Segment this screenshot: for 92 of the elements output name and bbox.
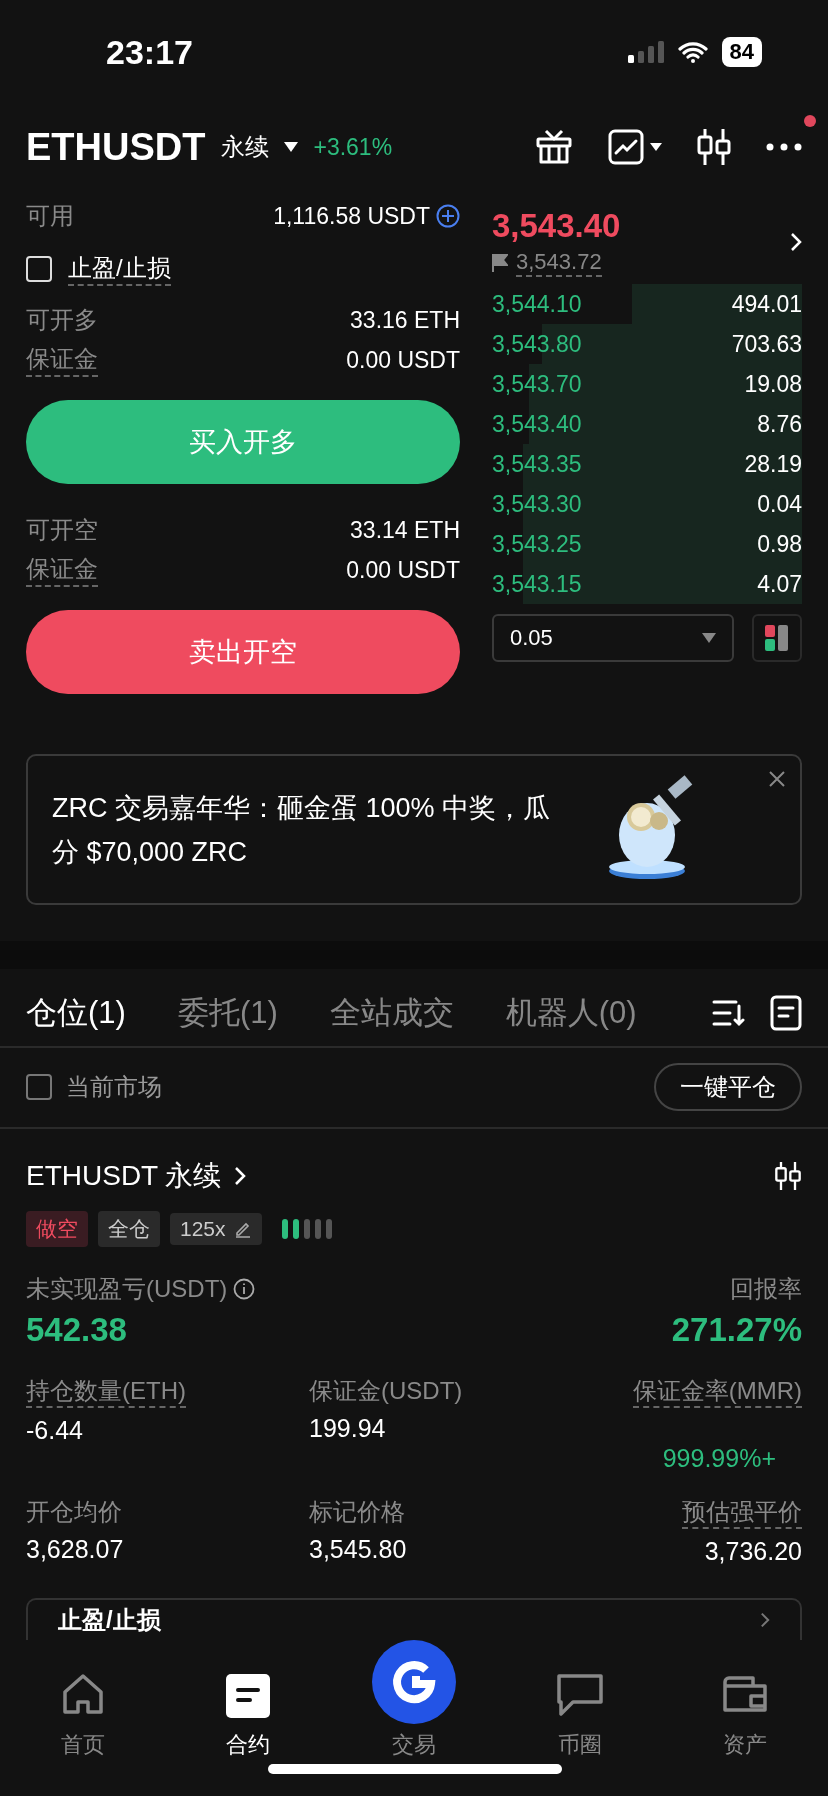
field-value: 199.94 [309, 1412, 386, 1444]
side-tag: 做空 [26, 1210, 88, 1247]
max-open-label: 可开多 [26, 305, 98, 336]
max-open-label: 可开空 [26, 515, 98, 546]
available-balance: 1,116.58 USDT [273, 202, 430, 230]
field-value: -6.44 [26, 1414, 83, 1446]
chat-icon [554, 1672, 605, 1718]
bid-price[interactable]: 3,543.40 [492, 410, 582, 438]
bid-price[interactable]: 3,543.35 [492, 450, 582, 478]
precision-select[interactable]: 0.05 [492, 614, 734, 663]
caret-icon[interactable] [650, 143, 662, 152]
field-label: 保证金率(MMR) [632, 1374, 802, 1408]
flag-icon [492, 254, 508, 273]
tab[interactable]: 全站成交 [329, 991, 454, 1034]
book-layout-button[interactable] [752, 614, 802, 663]
tab[interactable]: 委托(1) [177, 991, 278, 1034]
layout-icon [763, 623, 791, 654]
leverage-button[interactable]: 125x [170, 1212, 262, 1245]
pnl-value: 542.38 [26, 1310, 128, 1349]
promo-text[interactable]: ZRC 交易嘉年华：砸金蛋 100% 中奖，瓜分 $70,000 ZRC [52, 785, 557, 874]
margin-value: 0.00 USDT [346, 346, 460, 374]
price-change: +3.61% [313, 133, 393, 161]
candlestick-icon[interactable] [696, 127, 732, 168]
market-symbol[interactable]: ETHUSDT [26, 125, 206, 169]
bid-amount: 28.19 [744, 450, 802, 478]
add-icon[interactable] [436, 204, 460, 229]
field-value: 3,628.07 [26, 1534, 124, 1566]
margin-label: 保证金 [26, 343, 98, 378]
bid-amount: 0.98 [757, 530, 802, 558]
signal-icon [627, 41, 664, 64]
chart-icon[interactable] [608, 129, 644, 166]
margin-mode-tag: 全仓 [98, 1210, 160, 1247]
bid-amount: 8.76 [757, 410, 802, 438]
chevron-right-icon[interactable] [790, 232, 802, 253]
tab[interactable]: 仓位(1) [26, 991, 126, 1034]
close-icon[interactable] [768, 770, 786, 789]
bid-price[interactable]: 3,543.70 [492, 370, 582, 398]
document-icon [226, 1672, 271, 1718]
nav-item[interactable]: 首页 [22, 1672, 143, 1760]
current-market-label[interactable]: 当前市场 [66, 1071, 162, 1104]
bid-price[interactable]: 3,543.30 [492, 490, 582, 518]
field-value: 3,736.20 [704, 1536, 802, 1568]
mark-price: 3,543.72 [516, 249, 602, 278]
wifi-icon [677, 41, 708, 64]
field-label: 开仓均价 [26, 1497, 122, 1528]
nav-item[interactable]: 合约 [188, 1672, 309, 1760]
available-label: 可用 [26, 201, 74, 232]
caret-icon [702, 633, 716, 644]
close-all-button[interactable]: 一键平仓 [654, 1063, 802, 1112]
bid-price[interactable]: 3,543.25 [492, 530, 582, 558]
nav-item[interactable]: 币圈 [519, 1672, 640, 1760]
bid-price[interactable]: 3,543.80 [492, 330, 582, 358]
trade-icon [372, 1640, 456, 1724]
contract-type[interactable]: 永续 [221, 131, 270, 164]
candlestick-icon[interactable] [774, 1159, 802, 1192]
sell-short-button[interactable]: 卖出开空 [26, 610, 460, 695]
field-label: 持仓数量(ETH) [26, 1374, 186, 1408]
field-value: 3,545.80 [309, 1534, 407, 1566]
bid-amount: 703.63 [731, 330, 802, 358]
nav-item[interactable]: 交易 [354, 1640, 474, 1760]
bid-price[interactable]: 3,543.15 [492, 570, 582, 598]
more-icon[interactable] [766, 143, 802, 152]
dropdown-icon[interactable] [283, 141, 300, 154]
tpsl-checkbox[interactable] [26, 256, 52, 283]
pnl-label: 未实现盈亏(USDT) [26, 1273, 228, 1304]
nav-item[interactable]: 资产 [685, 1672, 806, 1760]
document-icon[interactable] [770, 994, 802, 1031]
field-label: 预估强平价 [682, 1496, 802, 1530]
promo-banner[interactable]: ZRC 交易嘉年华：砸金蛋 100% 中奖，瓜分 $70,000 ZRC [26, 754, 802, 906]
position-title[interactable]: ETHUSDT 永续 [26, 1156, 222, 1195]
tpsl-title[interactable]: 止盈/止损 [58, 1604, 161, 1636]
field-label: 标记价格 [309, 1497, 405, 1528]
roe-value: 271.27% [671, 1310, 802, 1349]
status-time: 23:17 [106, 32, 193, 72]
bid-amount: 19.08 [744, 370, 802, 398]
field-label: 保证金(USDT) [309, 1375, 463, 1406]
tpsl-label[interactable]: 止盈/止损 [68, 252, 171, 287]
tab[interactable]: 机器人(0) [505, 991, 637, 1034]
bid-amount: 4.07 [757, 570, 802, 598]
max-open-value: 33.16 ETH [350, 306, 460, 334]
max-open-value: 33.14 ETH [350, 516, 460, 544]
bid-amount: 494.01 [731, 290, 802, 318]
margin-label: 保证金 [26, 553, 98, 588]
current-market-checkbox[interactable] [26, 1074, 52, 1101]
bid-price[interactable]: 3,544.10 [492, 290, 582, 318]
bid-amount: 0.04 [757, 490, 802, 518]
roe-label: 回报率 [730, 1273, 802, 1304]
info-icon[interactable] [233, 1277, 256, 1300]
battery-level: 84 [721, 37, 762, 68]
last-price: 3,543.40 [492, 207, 621, 246]
margin-value: 0.00 USDT [346, 556, 460, 584]
field-value: 999.99%+ [661, 1442, 777, 1474]
